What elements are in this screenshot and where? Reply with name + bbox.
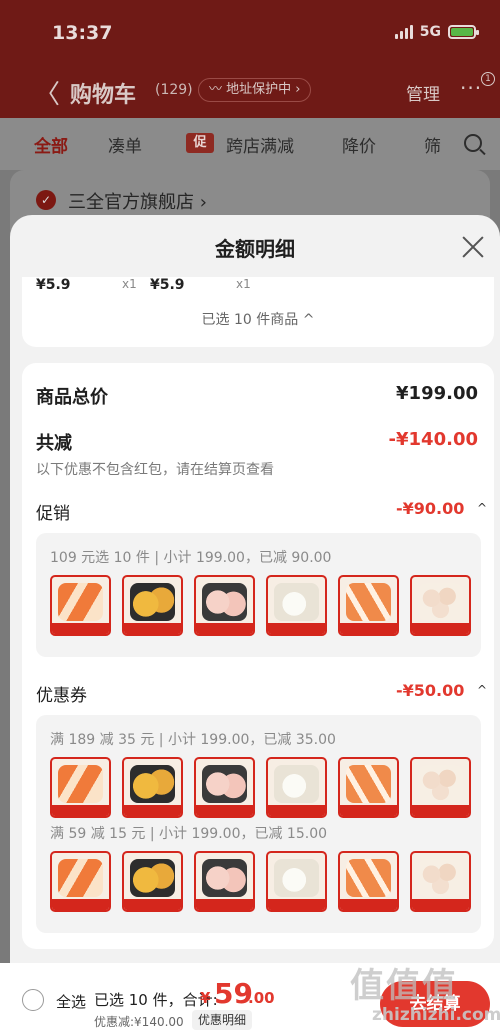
manage-button[interactable]: 管理 — [406, 80, 440, 105]
address-protection-pill[interactable]: 〰 地址保护中 › — [198, 78, 312, 102]
product-thumb-fried-sticks[interactable] — [338, 575, 399, 636]
tab-bundle[interactable]: 凑单 — [108, 132, 142, 157]
product-thumb-golden-dumplings[interactable] — [122, 575, 183, 636]
product-thumb-crab-sticks[interactable] — [50, 757, 111, 818]
page-title: 购物车 — [70, 83, 137, 108]
product-thumb-shrimp-balls[interactable] — [194, 851, 255, 912]
coupon-group-title: 满 59 减 15 元 | 小计 199.00，已减 15.00 — [50, 826, 328, 842]
amount-detail-sheet: 金额明细 ¥5.9 x1 ¥5.9 x1 已选 10 件商品 ^ 商品总价 ¥1… — [10, 215, 500, 963]
close-icon[interactable] — [461, 235, 485, 259]
cart-count: (129) — [155, 82, 193, 98]
item-price: ¥5.9 — [150, 277, 185, 293]
coupon-group-title: 满 189 减 35 元 | 小计 199.00，已减 35.00 — [50, 732, 336, 748]
product-thumb-shrimp-balls[interactable] — [194, 757, 255, 818]
more-icon[interactable]: ··· — [460, 76, 482, 100]
product-thumb-steamed-buns[interactable] — [266, 851, 327, 912]
selected-items-card: ¥5.9 x1 ¥5.9 x1 已选 10 件商品 ^ — [22, 277, 494, 347]
tab-cross-store[interactable]: 跨店满减 — [226, 132, 294, 157]
coupon-thumbs — [50, 851, 471, 912]
item-price: ¥5.9 — [36, 277, 71, 293]
total-label: 商品总价 — [36, 387, 108, 408]
promo-thumbs — [50, 575, 471, 636]
reduce-value: -¥140.00 — [388, 429, 478, 450]
product-thumb-fried-sticks[interactable] — [338, 757, 399, 818]
reduce-note: 以下优惠不包含红包，请在结算页查看 — [36, 462, 274, 478]
selected-count-toggle[interactable]: 已选 10 件商品 ^ — [22, 309, 494, 329]
more-badge: 1 — [481, 72, 495, 86]
watermark-logo: 值值值 — [350, 966, 458, 1006]
network-label: 5G — [419, 24, 441, 40]
battery-icon — [448, 25, 479, 39]
product-thumb-golden-dumplings[interactable] — [122, 851, 183, 912]
breakdown-card: 商品总价 ¥199.00 共减 -¥140.00 以下优惠不包含红包，请在结算页… — [22, 363, 494, 949]
sheet-title: 金额明细 — [215, 237, 295, 261]
coupon-thumbs — [50, 757, 471, 818]
store-name[interactable]: 三全官方旗舰店 › — [68, 188, 207, 214]
coupon-label: 优惠券 — [36, 686, 87, 706]
promo-group: 109 元选 10 件 | 小计 199.00，已减 90.00 — [36, 533, 481, 657]
discount-summary: 优惠减:¥140.00 — [94, 1015, 184, 1029]
product-thumb-meatballs[interactable] — [410, 575, 471, 636]
chevron-up-icon[interactable]: ^ — [477, 683, 487, 697]
product-thumb-meatballs[interactable] — [410, 851, 471, 912]
promo-tag-icon: 促 — [186, 133, 214, 153]
product-thumb-steamed-buns[interactable] — [266, 757, 327, 818]
promo-value[interactable]: -¥90.00 — [396, 499, 464, 518]
total-currency: ¥ — [200, 989, 211, 1007]
total-decimal: .00 — [248, 989, 275, 1007]
total-value: ¥199.00 — [396, 383, 478, 404]
item-qty: x1 — [122, 277, 137, 291]
signal-icon — [394, 25, 413, 39]
product-thumb-meatballs[interactable] — [410, 757, 471, 818]
product-thumb-shrimp-balls[interactable] — [194, 575, 255, 636]
item-qty: x1 — [236, 277, 251, 291]
tab-price-drop[interactable]: 降价 — [342, 132, 376, 157]
status-indicators: 5G — [394, 24, 479, 40]
promo-group-title: 109 元选 10 件 | 小计 199.00，已减 90.00 — [50, 550, 332, 566]
discount-detail-button[interactable]: 优惠明细 — [192, 1010, 253, 1030]
store-check-icon[interactable]: ✓ — [36, 190, 56, 210]
product-thumb-crab-sticks[interactable] — [50, 575, 111, 636]
app-header: 13:37 5G 〈 购物车 (129) 〰 地址保护中 › 管理 ··· 1 — [0, 0, 500, 118]
reduce-label: 共减 — [36, 433, 72, 454]
back-icon[interactable]: 〈 — [34, 74, 60, 111]
tab-all[interactable]: 全部 — [34, 132, 68, 157]
filter-tabs: 全部 凑单 跨店满减 降价 筛 — [0, 118, 500, 170]
coupon-value[interactable]: -¥50.00 — [396, 681, 464, 700]
product-thumb-fried-sticks[interactable] — [338, 851, 399, 912]
watermark-url: zhizhizhi.com — [372, 1005, 500, 1025]
coupon-group: 满 189 减 35 元 | 小计 199.00，已减 35.00 满 59 减… — [36, 715, 481, 933]
navbar: 〈 购物车 (129) 〰 地址保护中 › 管理 ··· 1 — [0, 68, 500, 112]
select-all-radio[interactable] — [22, 989, 44, 1011]
promo-label: 促销 — [36, 504, 70, 524]
product-thumb-steamed-buns[interactable] — [266, 575, 327, 636]
chevron-up-icon[interactable]: ^ — [477, 501, 487, 515]
product-thumb-crab-sticks[interactable] — [50, 851, 111, 912]
product-thumb-golden-dumplings[interactable] — [122, 757, 183, 818]
status-time: 13:37 — [52, 22, 113, 44]
tab-filter[interactable]: 筛 — [424, 132, 441, 157]
search-icon[interactable] — [464, 134, 482, 152]
status-bar: 13:37 5G — [0, 0, 500, 64]
select-all-label[interactable]: 全选 — [56, 991, 86, 1012]
